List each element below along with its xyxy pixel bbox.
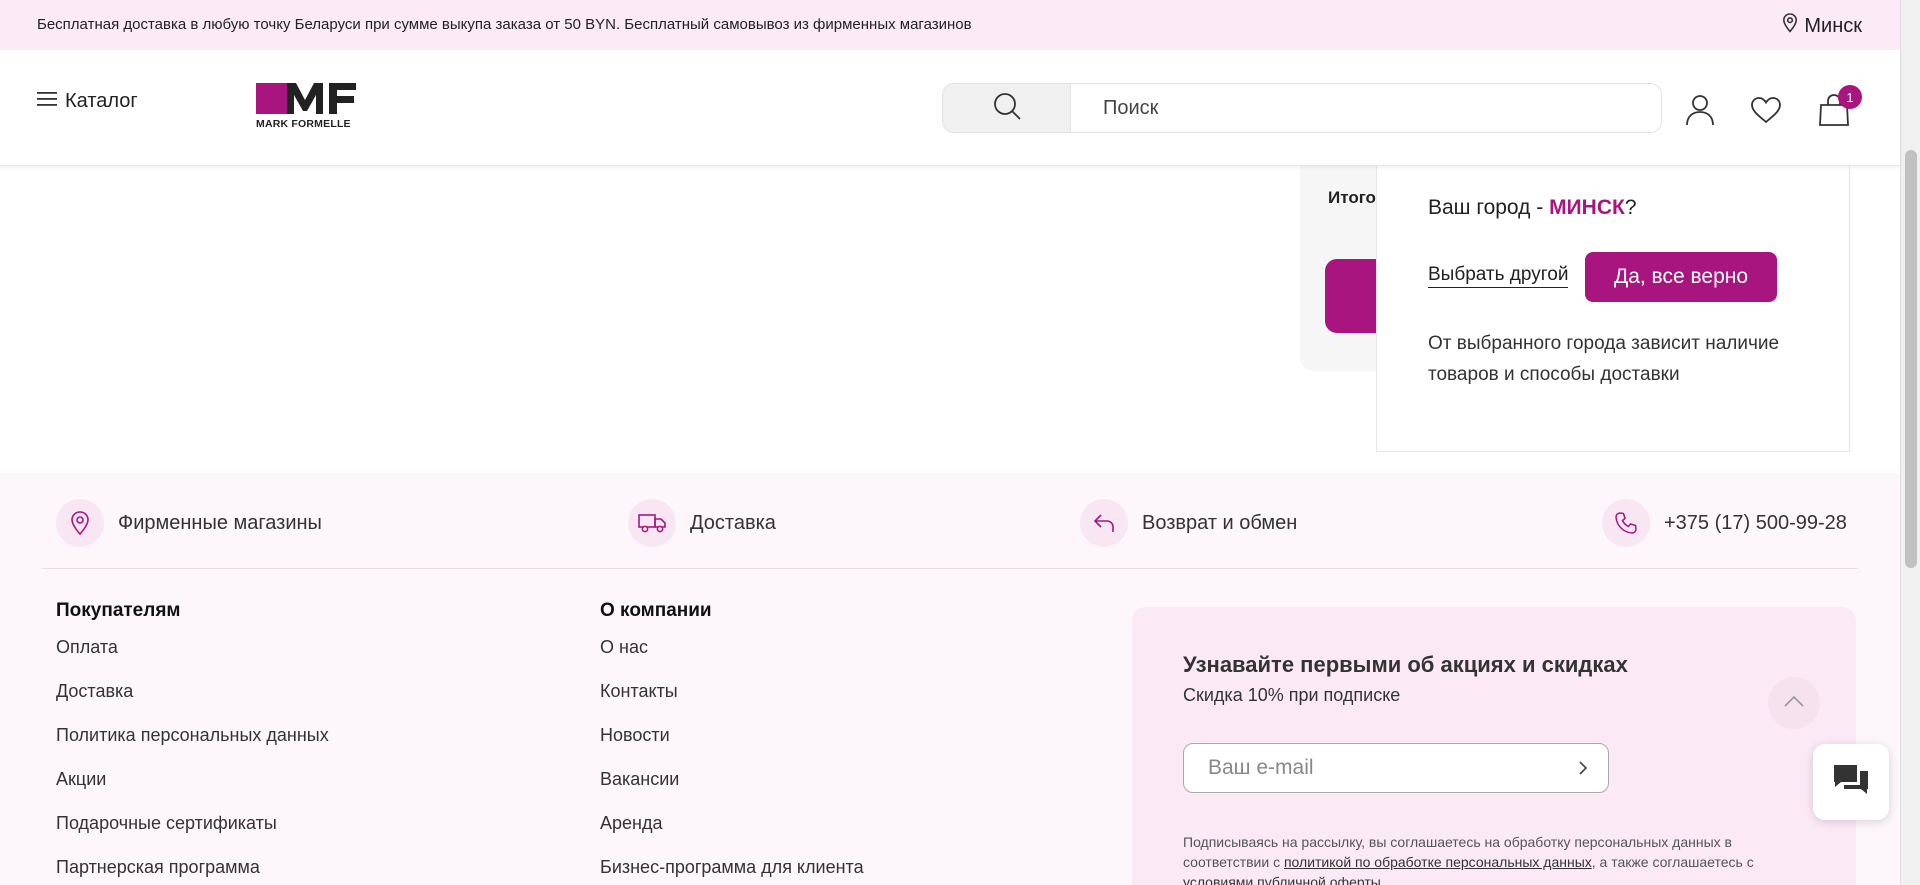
city-question: Ваш город - МИНСК? xyxy=(1428,196,1637,219)
return-arrow-icon xyxy=(1080,499,1128,547)
chevron-right-icon xyxy=(1579,761,1588,775)
footer-link-news[interactable]: Новости xyxy=(600,724,864,768)
catalog-button[interactable]: Каталог xyxy=(37,90,138,113)
footer-link-promotions[interactable]: Акции xyxy=(56,768,329,812)
footer-link-business-program[interactable]: Бизнес-программа для клиента xyxy=(600,856,864,885)
account-button[interactable] xyxy=(1678,90,1722,134)
feature-label: Доставка xyxy=(690,511,776,534)
footer-link-about[interactable]: О нас xyxy=(600,636,864,680)
user-icon xyxy=(1685,94,1715,131)
footer-link-contacts[interactable]: Контакты xyxy=(600,680,864,724)
location-pin-icon xyxy=(56,499,104,547)
footer-link-vacancies[interactable]: Вакансии xyxy=(600,768,864,812)
footer-company-column: О компании О нас Контакты Новости Ваканс… xyxy=(600,600,864,885)
svg-text:MARK FORMELLE: MARK FORMELLE xyxy=(256,118,351,129)
city-popup-note: От выбранного города зависит наличие тов… xyxy=(1428,333,1780,385)
mark-formelle-logo[interactable]: MARK FORMELLE xyxy=(256,81,376,130)
free-delivery-notice: Бесплатная доставка в любую точку Белару… xyxy=(37,16,972,33)
cart-button[interactable]: 1 xyxy=(1812,85,1862,134)
city-selector[interactable]: Минск xyxy=(1782,13,1862,39)
scrollbar-thumb[interactable] xyxy=(1905,150,1917,568)
newsletter-subscribe-box: Узнавайте первыми об акциях и скидках Ск… xyxy=(1132,607,1856,885)
chevron-up-icon xyxy=(1783,694,1805,713)
feature-stores[interactable]: Фирменные магазины xyxy=(56,499,322,547)
newsletter-subtitle: Скидка 10% при подписке xyxy=(1183,685,1401,705)
footer-link-partner-program[interactable]: Партнерская программа xyxy=(56,856,329,885)
chat-bubbles-icon xyxy=(1831,762,1871,803)
footer-features: Фирменные магазины Доставка Возврат и об… xyxy=(42,473,1858,569)
email-input[interactable] xyxy=(1184,756,1558,780)
footer-buyers-column: Покупателям Оплата Доставка Политика пер… xyxy=(56,600,329,885)
cart-count-badge: 1 xyxy=(1838,85,1862,109)
feature-label: Фирменные магазины xyxy=(118,511,322,534)
newsletter-email-field xyxy=(1183,743,1609,793)
header-actions: 1 xyxy=(1678,85,1862,134)
site-header: Каталог MARK FORMELLE Поиск 1 xyxy=(0,50,1900,166)
favorites-button[interactable] xyxy=(1744,90,1788,134)
heart-icon xyxy=(1750,96,1782,129)
feature-phone[interactable]: +375 (17) 500-99-28 xyxy=(1602,499,1847,547)
buyers-heading: Покупателям xyxy=(56,600,181,621)
choose-other-city-link[interactable]: Выбрать другой xyxy=(1428,264,1569,288)
footer-link-rent[interactable]: Аренда xyxy=(600,812,864,856)
privacy-policy-link[interactable]: политикой по обработке персональных данн… xyxy=(1284,854,1592,870)
confirm-city-button[interactable]: Да, все верно xyxy=(1585,252,1777,302)
footer-link-delivery[interactable]: Доставка xyxy=(56,680,329,724)
catalog-label: Каталог xyxy=(65,90,138,112)
search-input[interactable] xyxy=(1071,84,1661,132)
chat-widget-button[interactable] xyxy=(1813,744,1889,820)
page-scrollbar[interactable] xyxy=(1900,0,1920,885)
company-heading: О компании xyxy=(600,600,712,621)
phone-number: +375 (17) 500-99-28 xyxy=(1664,511,1847,534)
city-name: Минск xyxy=(1804,14,1862,37)
feature-delivery[interactable]: Доставка xyxy=(628,499,776,547)
search-icon xyxy=(992,91,1022,126)
scroll-to-top-button[interactable] xyxy=(1768,677,1820,729)
newsletter-title: Узнавайте первыми об акциях и скидках xyxy=(1183,652,1628,677)
feature-returns[interactable]: Возврат и обмен xyxy=(1080,499,1297,547)
public-offer-link[interactable]: условиями публичной оферты xyxy=(1183,874,1381,885)
footer-link-privacy-policy[interactable]: Политика персональных данных xyxy=(56,724,329,768)
search-button[interactable] xyxy=(943,84,1071,132)
location-pin-icon xyxy=(1782,13,1798,39)
search-bar xyxy=(942,83,1662,133)
hamburger-menu-icon xyxy=(37,90,57,113)
site-footer: Фирменные магазины Доставка Возврат и об… xyxy=(0,473,1900,885)
footer-link-gift-cards[interactable]: Подарочные сертификаты xyxy=(56,812,329,856)
newsletter-legal-text: Подписываясь на рассылку, вы соглашаетес… xyxy=(1183,832,1813,885)
top-notice-bar: Бесплатная доставка в любую точку Белару… xyxy=(0,0,1900,50)
subscribe-submit-button[interactable] xyxy=(1558,744,1608,792)
feature-label: Возврат и обмен xyxy=(1142,511,1298,534)
city-confirm-popup: Ваш город - МИНСК? Выбрать другой Да, вс… xyxy=(1376,166,1850,452)
truck-icon xyxy=(628,499,676,547)
order-total-label: Итого xyxy=(1328,188,1376,207)
phone-icon xyxy=(1602,499,1650,547)
footer-link-payment[interactable]: Оплата xyxy=(56,636,329,680)
detected-city: МИНСК xyxy=(1549,196,1625,219)
